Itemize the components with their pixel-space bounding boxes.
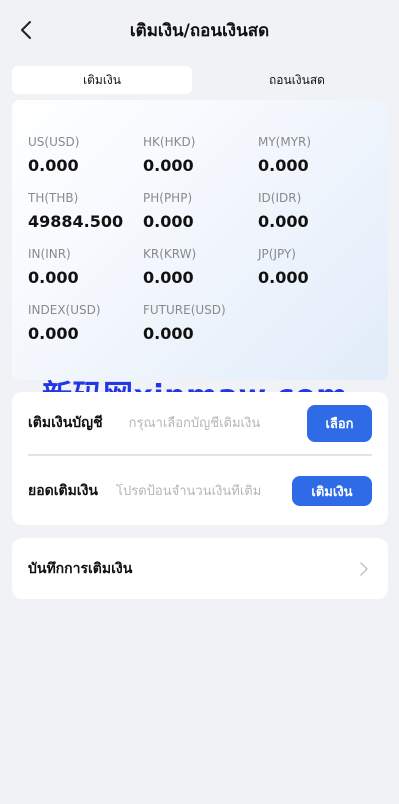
currency-label: FUTURE(USD) [143, 303, 226, 317]
currency-amount: 49884.500 [28, 212, 124, 231]
tab-bar: เติมเงิน ถอนเงินสด [12, 66, 387, 94]
currency-amount: 0.000 [143, 268, 194, 287]
deposit-form: เติมเงินบัญชี เลือก ยอดเติมเงิน เติมเงิน [12, 392, 388, 525]
balance-item: MY(MYR) 0.000 [258, 134, 373, 190]
tab-deposit[interactable]: เติมเงิน [12, 66, 192, 94]
currency-amount: 0.000 [258, 268, 309, 287]
currency-amount: 0.000 [143, 212, 194, 231]
page-title: เติมเงิน/ถอนเงินสด [129, 20, 270, 41]
currency-amount: 0.000 [28, 324, 79, 343]
account-label: เติมเงินบัญชี [28, 415, 103, 431]
balance-item: JP(JPY) 0.000 [258, 246, 373, 302]
deposit-button[interactable]: เติมเงิน [292, 476, 372, 506]
balance-item: FUTURE(USD) 0.000 [143, 302, 258, 358]
chevron-right-icon [356, 561, 372, 577]
currency-label: PH(PHP) [143, 191, 193, 205]
account-input[interactable] [128, 415, 297, 431]
currency-amount: 0.000 [143, 324, 194, 343]
header: เติมเงิน/ถอนเงินสด [0, 0, 399, 60]
currency-amount: 0.000 [28, 156, 79, 175]
currency-label: HK(HKD) [143, 135, 196, 149]
currency-label: ID(IDR) [258, 191, 302, 205]
balance-item: PH(PHP) 0.000 [143, 190, 258, 246]
chevron-left-icon [21, 21, 31, 39]
account-row: เติมเงินบัญชี เลือก [28, 392, 372, 454]
tab-withdraw[interactable]: ถอนเงินสด [207, 66, 387, 94]
currency-amount: 0.000 [258, 212, 309, 231]
deposit-records-link[interactable]: บันทึกการเติมเงิน [12, 538, 388, 599]
currency-label: TH(THB) [28, 191, 79, 205]
currency-label: US(USD) [28, 135, 80, 149]
amount-input[interactable] [116, 483, 282, 499]
balance-panel: US(USD) 0.000 HK(HKD) 0.000 MY(MYR) 0.000 TH(T… [12, 100, 388, 380]
deposit-records-label: บันทึกการเติมเงิน [28, 560, 133, 577]
divider [28, 454, 372, 456]
balance-item: IN(INR) 0.000 [28, 246, 143, 302]
amount-row: ยอดเติมเงิน เติมเงิน [28, 460, 372, 522]
balance-item: HK(HKD) 0.000 [143, 134, 258, 190]
currency-label: JP(JPY) [258, 247, 296, 261]
balance-item: KR(KRW) 0.000 [143, 246, 258, 302]
currency-label: MY(MYR) [258, 135, 312, 149]
currency-label: IN(INR) [28, 247, 71, 261]
amount-label: ยอดเติมเงิน [28, 483, 98, 499]
back-button[interactable] [14, 18, 38, 42]
currency-amount: 0.000 [28, 268, 79, 287]
balance-item: TH(THB) 49884.500 [28, 190, 143, 246]
currency-label: KR(KRW) [143, 247, 197, 261]
currency-amount: 0.000 [258, 156, 309, 175]
balance-item: INDEX(USD) 0.000 [28, 302, 143, 358]
select-account-button[interactable]: เลือก [307, 404, 372, 442]
balance-grid: US(USD) 0.000 HK(HKD) 0.000 MY(MYR) 0.000 TH(T… [28, 134, 388, 358]
balance-item: ID(IDR) 0.000 [258, 190, 373, 246]
currency-label: INDEX(USD) [28, 303, 101, 317]
currency-amount: 0.000 [143, 156, 194, 175]
balance-item: US(USD) 0.000 [28, 134, 143, 190]
